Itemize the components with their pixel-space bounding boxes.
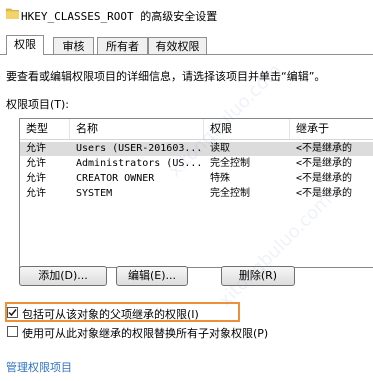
remove-button[interactable]: 删除(R) <box>221 266 295 286</box>
cell-name: Users (USER-201603... <box>76 143 203 154</box>
description-text: 要查看或编辑权限项目的详细信息，请选择该项目并单击“编辑”。 <box>6 70 326 83</box>
highlight-box <box>5 302 240 322</box>
title-bar: HKEY_CLASSES_ROOT 的高级安全设置 <box>0 0 373 30</box>
folder-icon <box>6 8 19 19</box>
tab-permissions[interactable]: 权限 <box>6 35 44 55</box>
replace-child-label: 使用可从此对象继承的权限替换所有子对象权限(P) <box>22 327 269 340</box>
cell-permission: 完全控制 <box>210 188 250 199</box>
table-row[interactable]: 允许 CREATOR OWNER 特殊 <不是继承的 <box>20 172 373 186</box>
permissions-panel: 要查看或编辑权限项目的详细信息，请选择该项目并单击“编辑”。 权限项目(T): … <box>0 54 373 381</box>
cell-inherited-from: <不是继承的 <box>296 143 353 154</box>
cell-name: Administrators (US... <box>76 158 203 169</box>
tab-auditing[interactable]: 审核 <box>53 37 94 54</box>
cell-name: SYSTEM <box>76 188 113 199</box>
column-header-type[interactable]: 类型 <box>20 119 70 139</box>
list-header: 类型 名称 权限 继承于 <box>20 119 373 140</box>
column-header-inherited-from[interactable]: 继承于 <box>290 119 373 139</box>
cell-type: 允许 <box>26 143 46 154</box>
tab-owner[interactable]: 所有者 <box>97 37 148 54</box>
cell-name: CREATOR OWNER <box>76 173 155 184</box>
column-header-permission[interactable]: 权限 <box>204 119 290 139</box>
permission-items-list[interactable]: 类型 名称 权限 继承于 允许 Users (USER-201603... 读取… <box>19 118 373 268</box>
replace-child-checkbox[interactable] <box>7 326 18 337</box>
table-row[interactable]: 允许 Users (USER-201603... 读取 <不是继承的 <box>20 142 373 156</box>
edit-button[interactable]: 编辑(E)... <box>116 266 188 286</box>
manage-permission-items-link[interactable]: 管理权限项目 <box>6 359 72 375</box>
column-header-name[interactable]: 名称 <box>70 119 204 139</box>
cell-permission: 完全控制 <box>210 158 250 169</box>
cell-type: 允许 <box>26 158 46 169</box>
add-button[interactable]: 添加(D)... <box>19 266 107 286</box>
cell-permission: 特殊 <box>210 173 230 184</box>
tab-effective-permissions[interactable]: 有效权限 <box>148 37 207 54</box>
cell-inherited-from: <不是继承的 <box>296 173 353 184</box>
permission-items-label: 权限项目(T): <box>6 98 70 111</box>
table-row[interactable]: 允许 SYSTEM 完全控制 <不是继承的 <box>20 187 373 201</box>
cell-type: 允许 <box>26 188 46 199</box>
table-row[interactable]: 允许 Administrators (US... 完全控制 <不是继承的 <box>20 157 373 171</box>
cell-inherited-from: <不是继承的 <box>296 188 353 199</box>
cell-type: 允许 <box>26 173 46 184</box>
window-title: HKEY_CLASSES_ROOT 的高级安全设置 <box>21 10 218 23</box>
cell-permission: 读取 <box>210 143 230 154</box>
cell-inherited-from: <不是继承的 <box>296 158 353 169</box>
